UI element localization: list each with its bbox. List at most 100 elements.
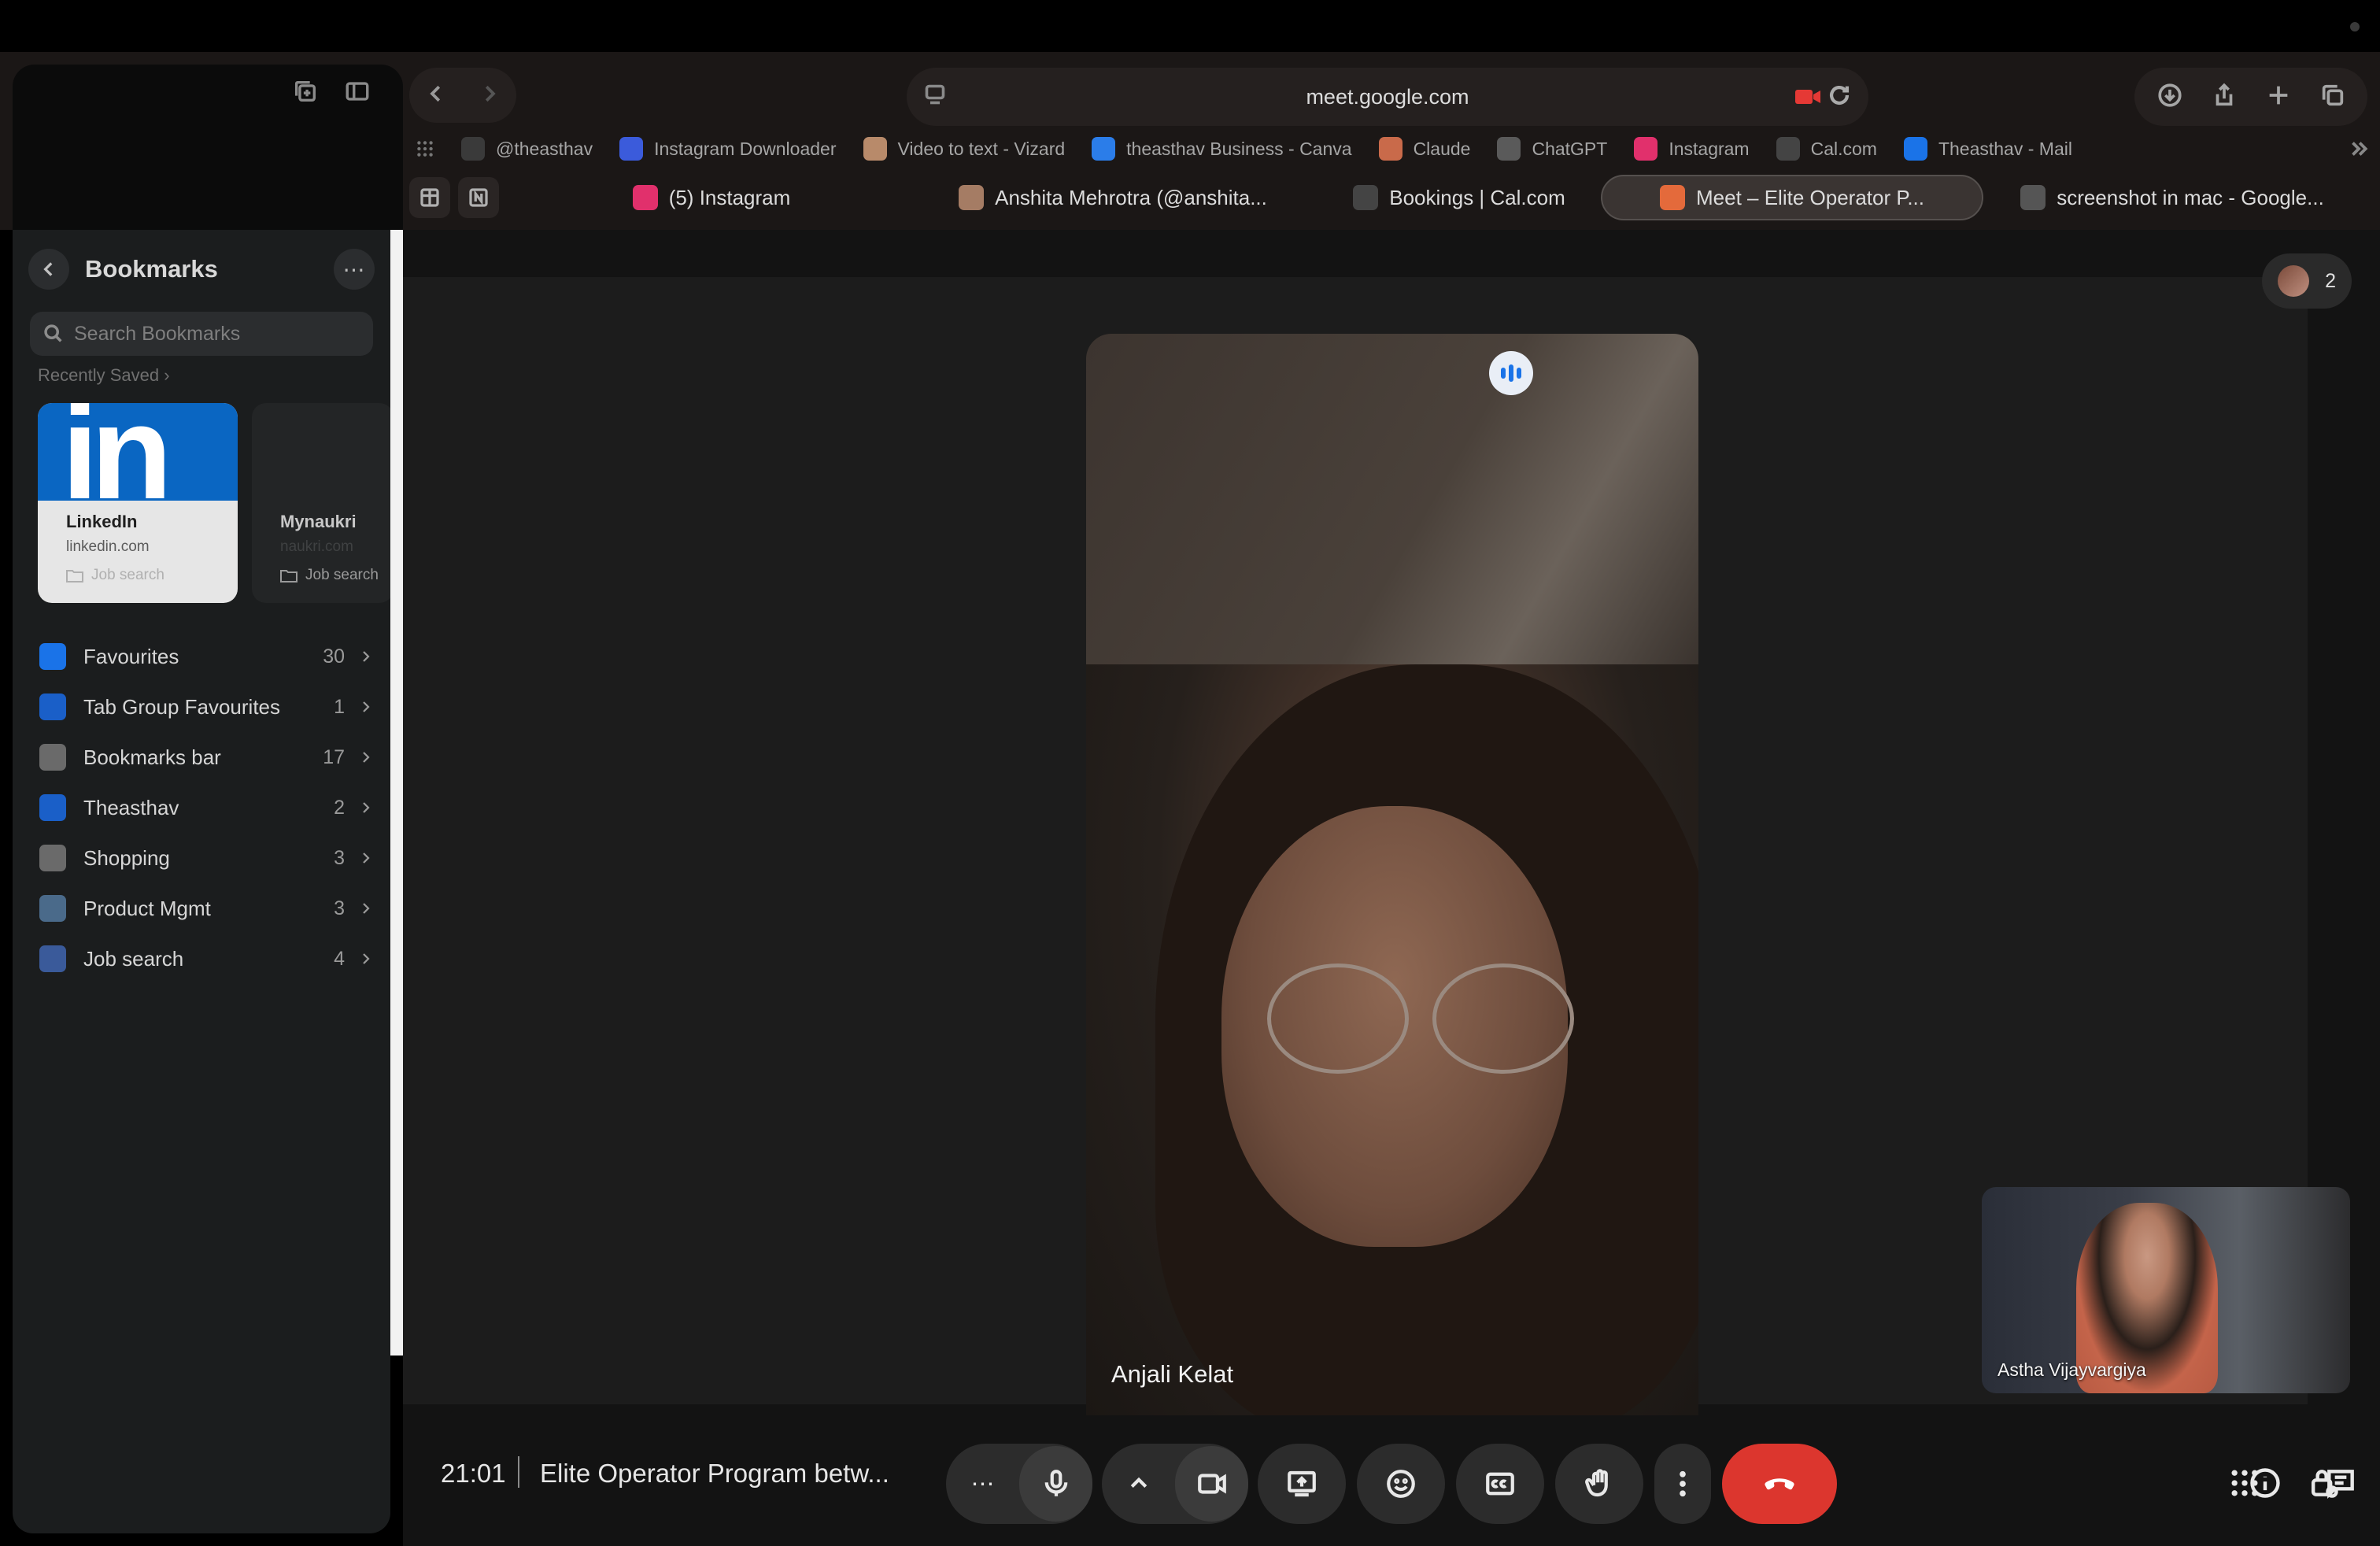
bookmark-folder-row[interactable]: Bookmarks bar 17: [25, 732, 384, 782]
diamond-icon: [619, 137, 644, 161]
self-participant-name: Astha Vijayvargiya: [1998, 1359, 2146, 1380]
browser-tab[interactable]: Meet – Elite Operator P...: [1601, 175, 1983, 220]
bookmark-folders: Favourites 30 Tab Group Favourites 1 Bookmar…: [25, 631, 384, 984]
chevron-up-icon: [1130, 1477, 1147, 1488]
reload-icon[interactable]: [1826, 82, 1856, 112]
share-icon[interactable]: [2211, 82, 2238, 113]
favorite-item[interactable]: @theasthav: [461, 137, 593, 161]
address-bar[interactable]: meet.google.com: [907, 68, 1868, 126]
favorite-item[interactable]: Theasthav - Mail: [1903, 137, 2072, 161]
toolbar-actions: [2134, 68, 2367, 126]
tab-label: Anshita Mehrotra (@anshita...: [995, 185, 1267, 209]
favorite-item[interactable]: Claude: [1378, 137, 1471, 161]
favorite-item[interactable]: theasthav Business - Canva: [1092, 137, 1352, 161]
bookmark-folder-row[interactable]: Tab Group Favourites 1: [25, 682, 384, 732]
chatgpt-icon: [1497, 137, 1521, 161]
canva-icon: [1092, 137, 1116, 161]
folder-count: 3: [334, 846, 345, 869]
favorite-label: Claude: [1413, 138, 1471, 159]
bookmark-folder-row[interactable]: Shopping 3: [25, 833, 384, 883]
favorite-item[interactable]: Instagram: [1634, 137, 1750, 161]
new-tab-icon[interactable]: [2265, 82, 2292, 113]
leave-call-button[interactable]: [1722, 1444, 1837, 1524]
chevron-right-icon: [359, 645, 373, 669]
bookmark-folder-row[interactable]: Theasthav 2: [25, 782, 384, 833]
favorites-bar: @theasthav Instagram Downloader Video to t…: [409, 129, 2369, 168]
camera-button[interactable]: [1175, 1446, 1248, 1522]
browser-tab[interactable]: (5) Instagram: [515, 175, 908, 220]
favorite-label: @theasthav: [496, 138, 593, 159]
bookmark-folder-row[interactable]: Product Mgmt 3: [25, 883, 384, 934]
favorite-label: theasthav Business - Canva: [1126, 138, 1352, 159]
more-options-icon[interactable]: ⋯: [334, 249, 375, 290]
camera-in-use-icon[interactable]: [1794, 87, 1821, 107]
tab-overview-icon[interactable]: [2319, 82, 2346, 113]
url-text[interactable]: meet.google.com: [907, 68, 1868, 126]
sidebar-divider: [390, 230, 403, 1356]
host-controls-button[interactable]: [2295, 1455, 2352, 1511]
chevron-right-icon: [359, 897, 373, 921]
globe-icon: [461, 137, 485, 161]
microphone-icon: [1044, 1470, 1067, 1496]
recently-saved-link[interactable]: Recently Saved ›: [38, 365, 170, 386]
chevron-right-icon: [359, 796, 373, 820]
folder-grid-icon: [39, 895, 66, 922]
menu-bar: [0, 0, 2380, 52]
search-bookmarks[interactable]: [30, 312, 373, 356]
main-participant-name: Anjali Kelat: [1111, 1360, 1234, 1388]
main-video-tile[interactable]: [1086, 334, 1698, 1415]
apps-grid-icon: [2231, 1470, 2258, 1496]
notion-icon[interactable]: [458, 177, 499, 218]
folder-count: 3: [334, 897, 345, 919]
bookmark-folder-row[interactable]: Job search 4: [25, 934, 384, 984]
bookmarks-sidebar: Bookmarks ⋯ Recently Saved › in LinkedIn…: [13, 230, 394, 1533]
folder-icon: [39, 794, 66, 821]
audio-options-button[interactable]: ⋯: [946, 1446, 1019, 1522]
participants-chip[interactable]: 2: [2262, 253, 2352, 309]
pinned-tab-icon[interactable]: [409, 177, 450, 218]
reactions-button[interactable]: [1357, 1444, 1445, 1524]
hang-up-icon: [1765, 1478, 1794, 1490]
recent-card-linkedin[interactable]: in LinkedIn linkedin.com Job search: [38, 403, 238, 603]
favorite-item[interactable]: Cal.com: [1776, 137, 1877, 161]
card-title: LinkedIn: [66, 512, 138, 531]
self-video-tile[interactable]: Astha Vijayvargiya: [1982, 1187, 2350, 1393]
favorite-label: Video to text - Vizard: [897, 138, 1066, 159]
apps-grid-icon[interactable]: [409, 133, 441, 165]
browser-tab[interactable]: Bookings | Cal.com: [1318, 175, 1601, 220]
captions-button[interactable]: [1456, 1444, 1544, 1524]
folder-grid-icon: [39, 744, 66, 771]
folder-label: Favourites: [83, 644, 179, 668]
favorite-item[interactable]: Video to text - Vizard: [863, 137, 1066, 161]
recent-card-naukri[interactable]: Mynaukri naukri.com Job search: [252, 403, 394, 603]
microphone-button[interactable]: [1019, 1446, 1092, 1522]
back-button[interactable]: [424, 82, 448, 109]
sidebar-toggle-icon[interactable]: [340, 74, 375, 109]
chevron-double-right-icon[interactable]: [2347, 137, 2371, 165]
browser-tab[interactable]: Anshita Mehrotra (@anshita...: [908, 175, 1318, 220]
downloads-icon[interactable]: [2156, 82, 2183, 113]
card-folder: Job search: [66, 567, 164, 584]
folder-count: 2: [334, 796, 345, 819]
new-tab-group-icon[interactable]: [288, 74, 323, 109]
favorite-item[interactable]: ChatGPT: [1497, 137, 1607, 161]
video-options-button[interactable]: [1102, 1446, 1175, 1522]
audio-controls: ⋯: [946, 1444, 1092, 1524]
forward-button[interactable]: [478, 82, 501, 109]
raise-hand-button[interactable]: [1555, 1444, 1643, 1524]
chevron-right-icon: [359, 947, 373, 971]
avatar-icon: [959, 185, 985, 210]
search-input[interactable]: [74, 322, 357, 346]
more-options-button[interactable]: [1654, 1444, 1711, 1524]
bookmark-folder-row[interactable]: Favourites 30: [25, 631, 384, 682]
favorite-item[interactable]: Instagram Downloader: [619, 137, 837, 161]
card-title: Mynaukri: [280, 512, 357, 531]
star-icon: [39, 643, 66, 670]
present-button[interactable]: [1258, 1444, 1346, 1524]
present-screen-icon: [1288, 1470, 1316, 1497]
browser-tab[interactable]: screenshot in mac - Google...: [1983, 175, 2361, 220]
activities-button[interactable]: [2216, 1455, 2273, 1511]
folder-count: 17: [323, 745, 345, 768]
back-icon[interactable]: [28, 249, 69, 290]
vertical-dots-icon: [1680, 1470, 1686, 1497]
